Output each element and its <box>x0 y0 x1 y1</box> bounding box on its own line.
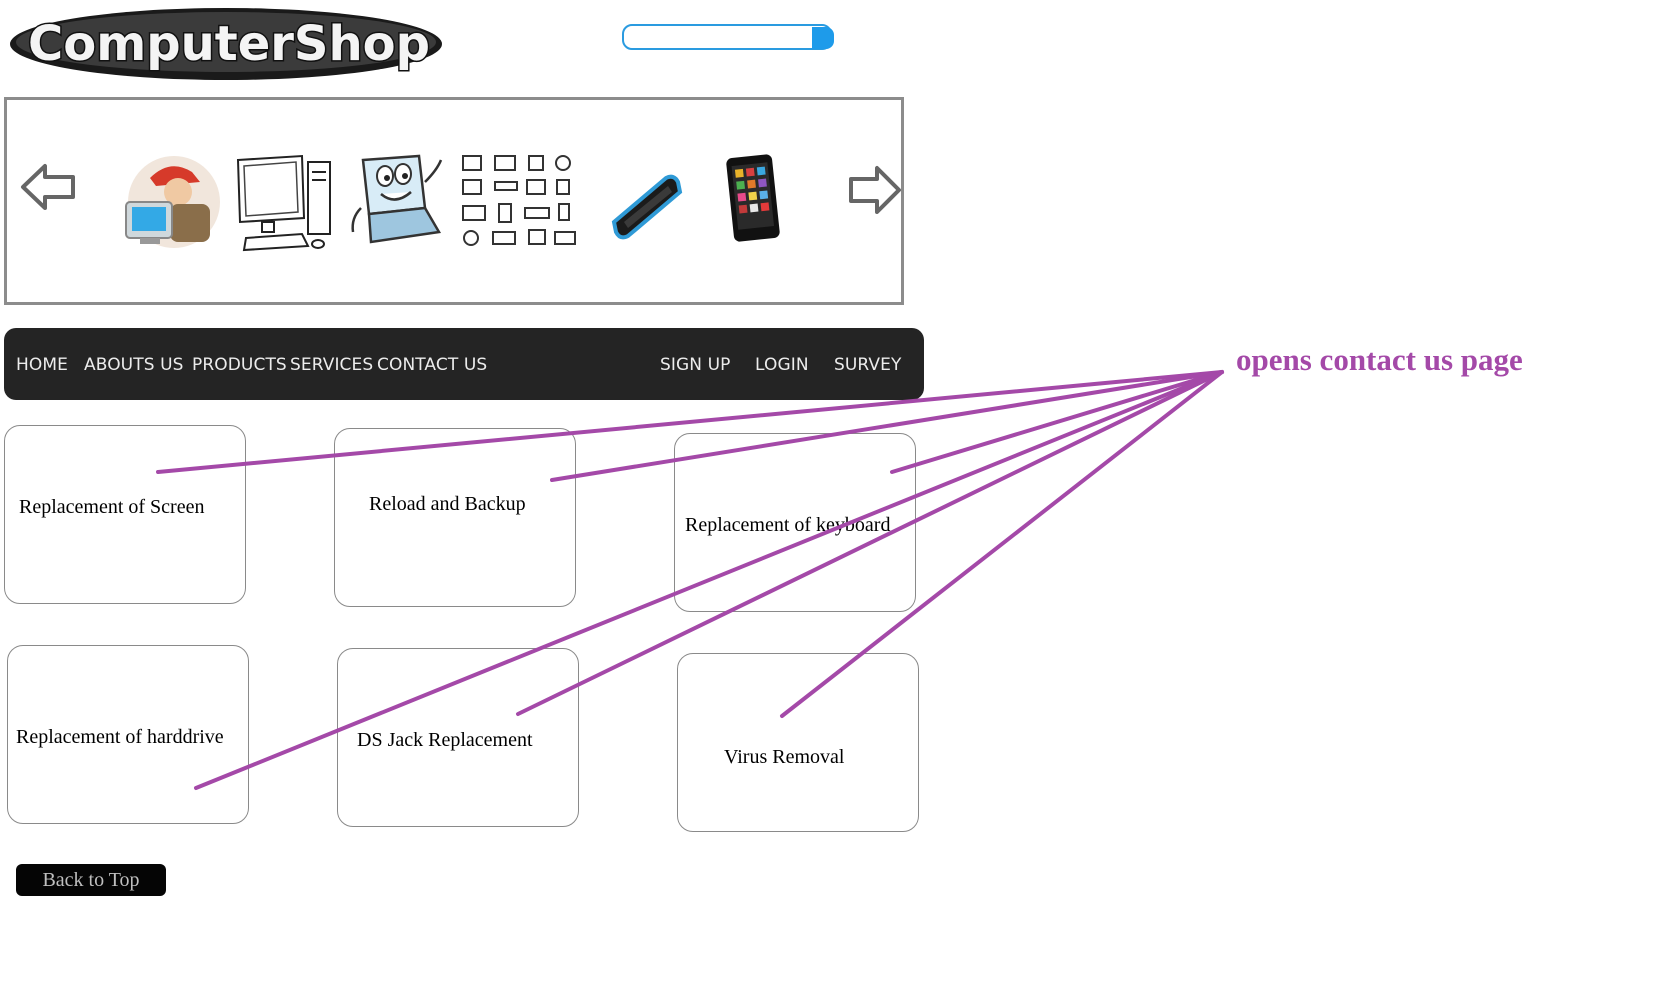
service-label: Reload and Backup <box>369 493 526 515</box>
laptop-mascot-icon[interactable] <box>345 152 447 252</box>
search-input[interactable] <box>622 24 832 50</box>
service-card-keyboard[interactable]: Replacement of keyboard <box>674 433 916 612</box>
nav-sign-up[interactable]: SIGN UP <box>660 355 731 375</box>
nav-login[interactable]: LOGIN <box>755 355 809 375</box>
service-card-harddrive[interactable]: Replacement of harddrive <box>7 645 249 824</box>
nav-contact-us[interactable]: CONTACT US <box>377 355 487 375</box>
service-label: Replacement of Screen <box>19 496 205 518</box>
service-card-reload-backup[interactable]: Reload and Backup <box>334 428 576 607</box>
mobile-phone-icon[interactable] <box>594 152 696 252</box>
service-card-ds-jack[interactable]: DS Jack Replacement <box>337 648 579 827</box>
service-card-screen[interactable]: Replacement of Screen <box>4 425 246 604</box>
technician-icon[interactable] <box>120 152 222 252</box>
annotation-line <box>890 370 1224 474</box>
service-label: Replacement of harddrive <box>16 726 224 748</box>
arrow-right-icon[interactable] <box>847 162 903 218</box>
service-label: DS Jack Replacement <box>357 729 533 751</box>
desktop-computer-icon[interactable] <box>232 152 334 252</box>
logo-graphic: ComputerShop <box>10 8 442 80</box>
arrow-left-icon[interactable] <box>19 162 77 212</box>
back-to-top-button[interactable]: Back to Top <box>16 864 166 896</box>
logo-text: ComputerShop <box>28 16 430 72</box>
product-carousel <box>4 97 904 305</box>
nav-survey[interactable]: SURVEY <box>834 355 901 375</box>
logo[interactable]: ComputerShop <box>6 2 446 84</box>
nav-services[interactable]: SERVICES <box>290 355 373 375</box>
tablet-icon[interactable] <box>702 152 804 252</box>
hardware-parts-icon[interactable] <box>459 152 579 252</box>
search-button[interactable] <box>812 27 834 49</box>
main-nav: HOME ABOUTS US PRODUCTS SERVICES CONTACT… <box>4 328 924 400</box>
nav-home[interactable]: HOME <box>16 355 68 375</box>
annotation-label: opens contact us page <box>1236 342 1523 377</box>
service-card-virus-removal[interactable]: Virus Removal <box>677 653 919 832</box>
nav-products[interactable]: PRODUCTS <box>192 355 287 375</box>
service-label: Virus Removal <box>724 746 845 768</box>
nav-about-us[interactable]: ABOUTS US <box>84 355 184 375</box>
service-label: Replacement of keyboard <box>685 514 891 536</box>
